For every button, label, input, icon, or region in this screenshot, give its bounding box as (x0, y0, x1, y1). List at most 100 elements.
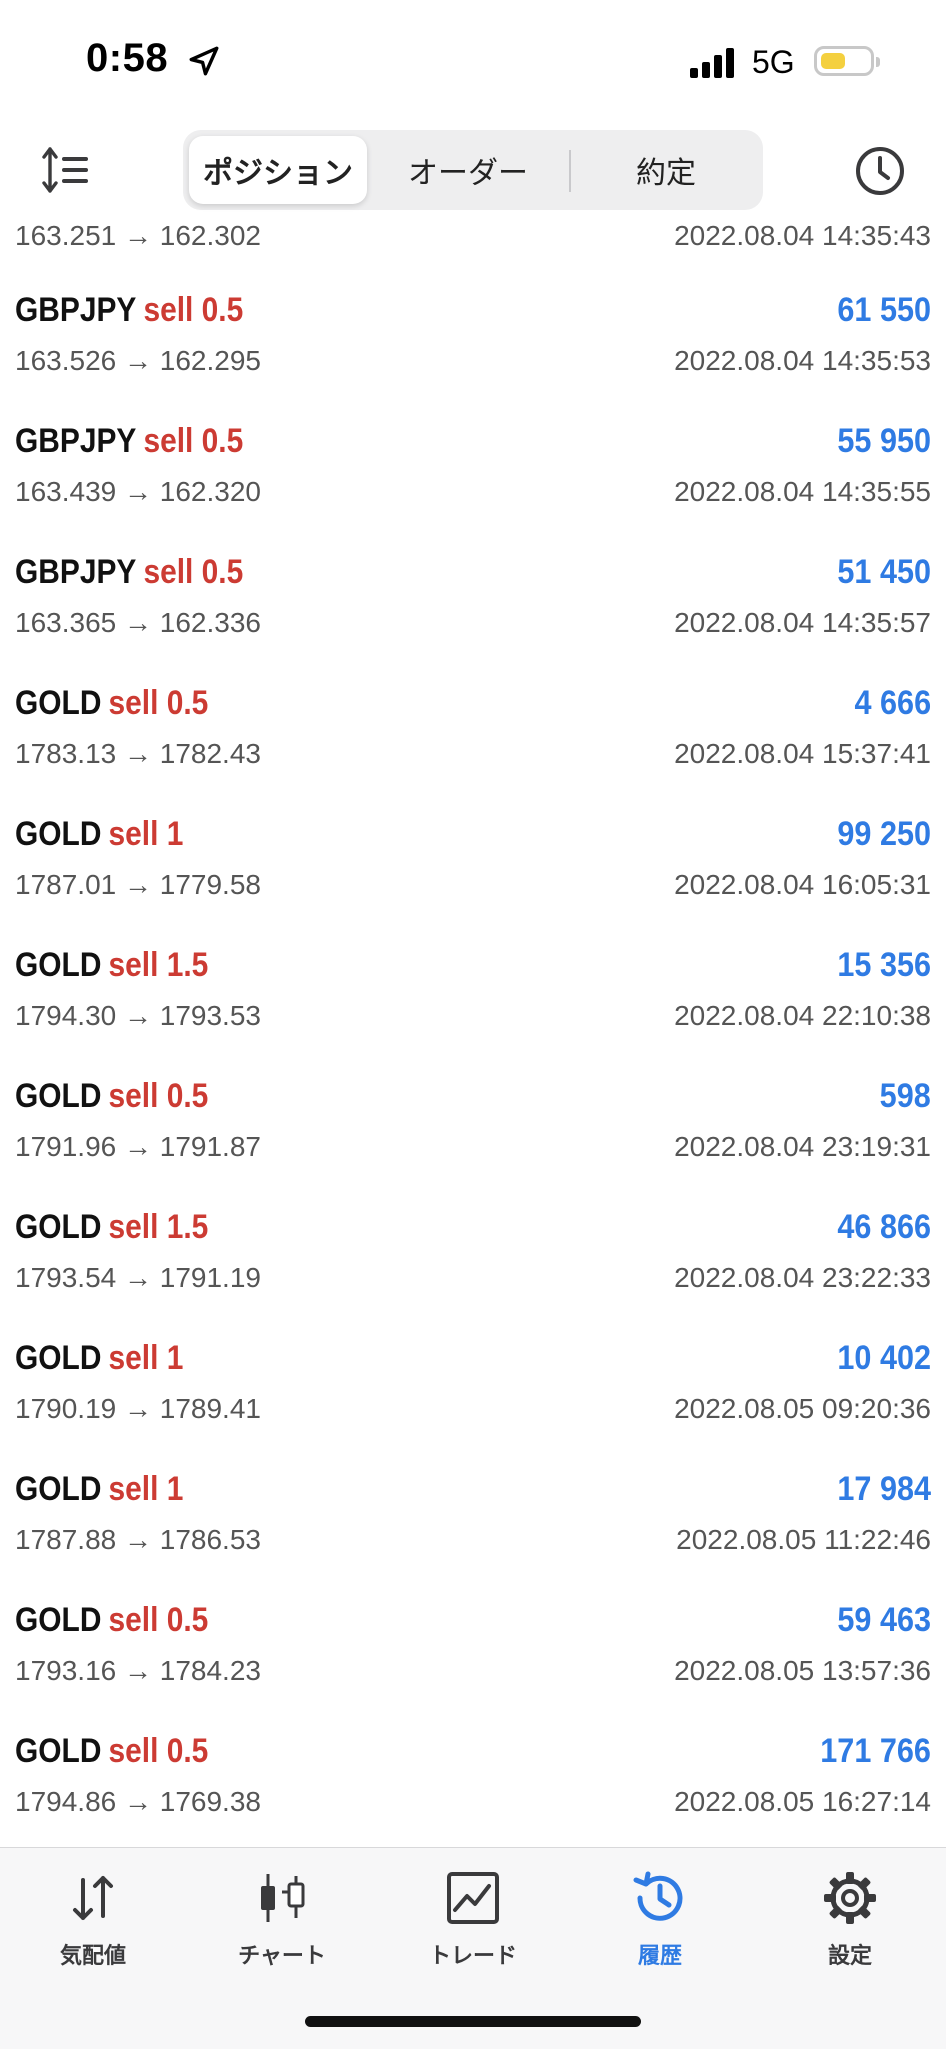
trade-prices: 1783.13 → 1782.43 (15, 738, 261, 769)
trade-symbol: GBPJPY sell 0.5 (15, 553, 244, 591)
gear-icon (824, 1872, 876, 1924)
trade-profit: 4 666 (854, 684, 931, 722)
trade-date: 2022.08.04 14:35:53 (674, 345, 931, 376)
trade-date: 2022.08.05 16:27:14 (674, 1786, 931, 1817)
trade-profit: 59 463 (837, 1601, 931, 1639)
top-nav: ポジション オーダー 約定 (0, 125, 946, 210)
tab-divider (569, 150, 571, 192)
trade-date: 2022.08.05 11:22:46 (676, 1524, 931, 1555)
trade-symbol: GOLD sell 1.5 (15, 1208, 209, 1246)
bottom-tab-label: 履歴 (637, 1943, 682, 1968)
trade-prices: 1787.88 → 1786.53 (15, 1524, 261, 1555)
trade-side: sell 0.5 (143, 553, 244, 591)
trade-prices: 1794.30 → 1793.53 (15, 1000, 261, 1031)
segmented-control: ポジション オーダー 約定 (183, 130, 763, 210)
history-icon (633, 1871, 683, 1921)
trade-row[interactable]: GOLD sell 1.5 15 356 1794.30 → 1793.53 2022.… (0, 932, 946, 1063)
candlestick-icon (261, 1874, 305, 1922)
trade-row[interactable]: GOLD sell 0.5 598 1791.96 → 1791.87 2022.08.… (0, 1063, 946, 1194)
trade-prices: 163.439 → 162.320 (15, 476, 261, 507)
trade-side: sell 0.5 (143, 422, 244, 460)
trade-profit: 46 866 (837, 1208, 931, 1246)
trade-symbol: GOLD sell 0.5 (15, 1077, 209, 1115)
trade-profit: 171 766 (820, 1732, 931, 1770)
bottom-tab-quotes[interactable]: 気配値 (13, 1868, 173, 1978)
trade-row[interactable]: GBPJPY sell 0.5 55 950 163.439 → 162.320 202… (0, 408, 946, 539)
trade-row[interactable]: GBPJPY sell 0.5 61 550 163.526 → 162.295 202… (0, 277, 946, 408)
home-indicator (305, 2016, 641, 2027)
trade-side: sell 1 (108, 815, 184, 853)
bottom-tab-trade[interactable]: トレード (393, 1868, 553, 1978)
trade-side: sell 1.5 (108, 1208, 209, 1246)
trade-side: sell 0.5 (108, 1601, 209, 1639)
trade-side: sell 1 (108, 1470, 184, 1508)
trade-side: sell 1.5 (108, 946, 209, 984)
trade-prices: 1787.01 → 1779.58 (15, 869, 261, 900)
trade-symbol: GOLD sell 0.5 (15, 1732, 209, 1770)
trade-symbol: GOLD sell 1 (15, 1470, 184, 1508)
battery-icon (814, 46, 880, 76)
trade-date: 2022.08.04 16:05:31 (674, 869, 931, 900)
trade-symbol: GBPJPY sell 0.5 (15, 422, 244, 460)
trade-side: sell 0.5 (108, 1077, 209, 1115)
trade-profit: 55 950 (837, 422, 931, 460)
trade-symbol: GOLD sell 1.5 (15, 946, 209, 984)
bottom-tab-label: チャート (238, 1943, 326, 1968)
trade-row[interactable]: GBPJPY sell 0.5 51 450 163.365 → 162.336 202… (0, 539, 946, 670)
trade-date: 2022.08.05 13:57:36 (674, 1655, 931, 1686)
cellular-signal-icon (690, 48, 734, 78)
trade-side: sell 0.5 (143, 291, 244, 329)
trade-profit: 10 402 (837, 1339, 931, 1377)
trade-row[interactable]: GOLD sell 1.5 46 866 1793.54 → 1791.19 2022.… (0, 1194, 946, 1325)
bottom-tab-chart[interactable]: チャート (202, 1868, 362, 1978)
status-time: 0:58 (86, 36, 169, 80)
trade-history-list: 163.251 → 162.302 2022.08.04 14:35:43 GB… (0, 210, 946, 1847)
trade-date: 2022.08.04 14:35:57 (674, 607, 931, 638)
trade-date: 2022.08.04 23:19:31 (674, 1131, 931, 1162)
network-type: 5G (752, 44, 795, 80)
clock-icon[interactable] (854, 145, 906, 197)
trade-date: 2022.08.04 14:35:43 (674, 220, 931, 251)
trade-prices: 1794.86 → 1769.38 (15, 1786, 261, 1817)
trade-side: sell 0.5 (108, 684, 209, 722)
trade-date: 2022.08.04 15:37:41 (674, 738, 931, 769)
tab-orders[interactable]: オーダー (379, 136, 557, 204)
quotes-arrows-icon (73, 1876, 113, 1920)
trade-prices: 1790.19 → 1789.41 (15, 1393, 261, 1424)
bottom-tab-label: トレード (428, 1943, 517, 1968)
trade-date: 2022.08.04 23:22:33 (674, 1262, 931, 1293)
trade-prices: 163.526 → 162.295 (15, 345, 261, 376)
trade-row[interactable]: GOLD sell 0.5 4 666 1783.13 → 1782.43 2022.0… (0, 670, 946, 801)
bottom-tab-label: 設定 (827, 1943, 872, 1968)
trade-symbol: GOLD sell 0.5 (15, 1601, 209, 1639)
trade-row[interactable]: GOLD sell 0.5 171 766 1794.86 → 1769.38 2022… (0, 1718, 946, 1847)
trade-prices: 163.365 → 162.336 (15, 607, 261, 638)
trade-side: sell 1 (108, 1339, 184, 1377)
trade-symbol: GBPJPY sell 0.5 (15, 291, 244, 329)
trade-profit: 17 984 (837, 1470, 931, 1508)
tab-positions[interactable]: ポジション (189, 136, 367, 204)
trade-row[interactable]: GOLD sell 1 10 402 1790.19 → 1789.41 2022.08… (0, 1325, 946, 1456)
bottom-tab-label: 気配値 (59, 1943, 126, 1968)
trade-chart-icon (447, 1872, 499, 1924)
bottom-tab-history[interactable]: 履歴 (580, 1868, 740, 1978)
trade-symbol: GOLD sell 1 (15, 815, 184, 853)
bottom-tab-settings[interactable]: 設定 (770, 1868, 930, 1978)
trade-profit: 15 356 (837, 946, 931, 984)
trade-row[interactable]: GOLD sell 1 17 984 1787.88 → 1786.53 2022.08… (0, 1456, 946, 1587)
trade-row[interactable]: GOLD sell 0.5 59 463 1793.16 → 1784.23 2022.… (0, 1587, 946, 1718)
trade-date: 2022.08.04 14:35:55 (674, 476, 931, 507)
trade-row[interactable]: GOLD sell 1 99 250 1787.01 → 1779.58 2022.08… (0, 801, 946, 932)
trade-date: 2022.08.05 09:20:36 (674, 1393, 931, 1424)
sort-icon[interactable] (40, 145, 92, 195)
trade-symbol: GOLD sell 0.5 (15, 684, 209, 722)
status-bar: 0:58 5G (0, 0, 946, 125)
trade-date: 2022.08.04 22:10:38 (674, 1000, 931, 1031)
list-item-partial[interactable]: 163.251 → 162.302 2022.08.04 14:35:43 (15, 220, 931, 260)
trade-profit: 99 250 (837, 815, 931, 853)
tab-deals[interactable]: 約定 (575, 136, 757, 204)
location-arrow-icon (189, 46, 219, 76)
trade-prices: 1793.16 → 1784.23 (15, 1655, 261, 1686)
trade-profit: 51 450 (837, 553, 931, 591)
trade-prices: 163.251 → 162.302 (15, 220, 261, 251)
